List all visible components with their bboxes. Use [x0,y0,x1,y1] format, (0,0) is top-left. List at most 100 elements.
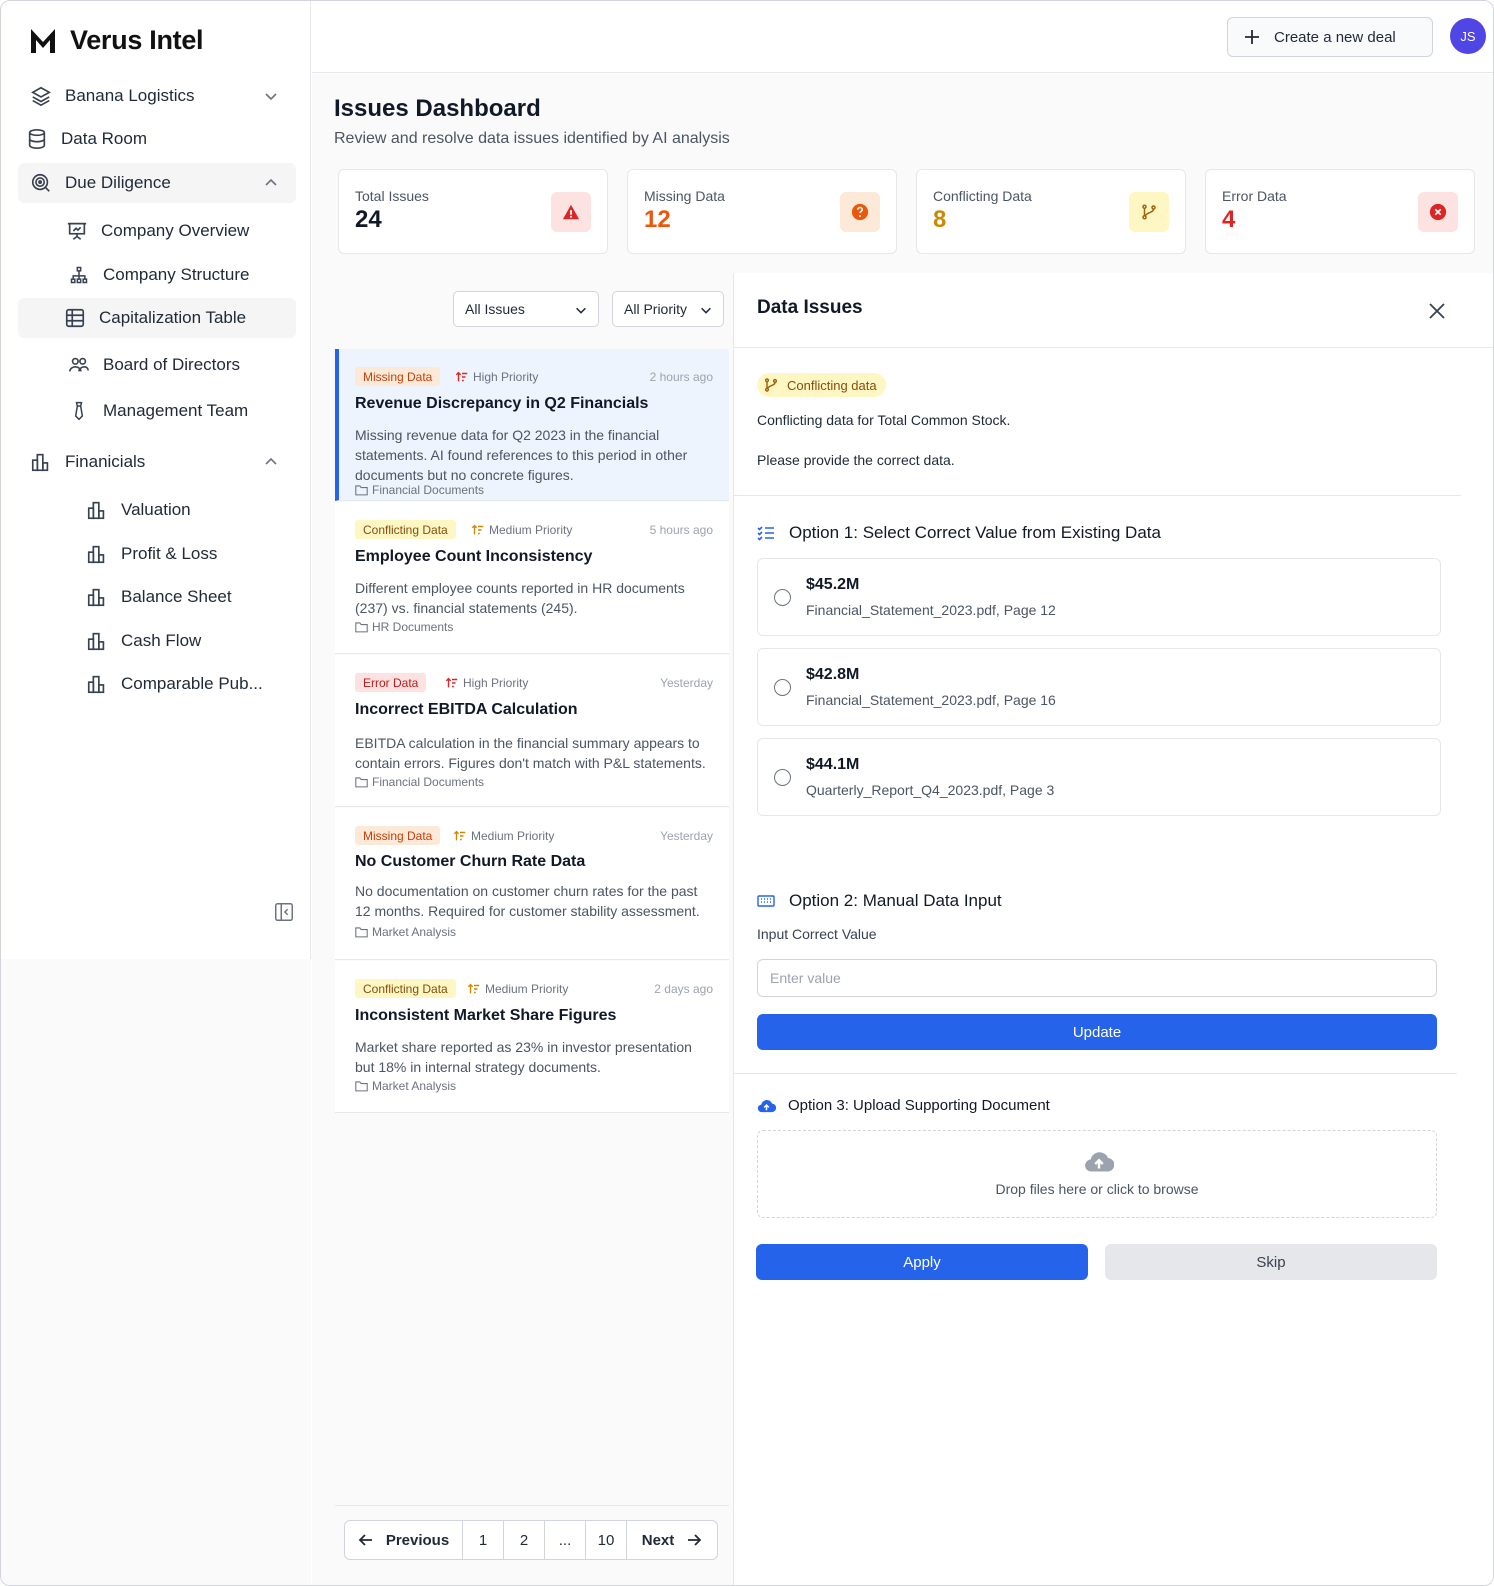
next-page-button[interactable]: Next [627,1521,717,1559]
bar-chart-icon [85,629,109,653]
issue-summary: Conflicting data for Total Common Stock. [757,412,1011,428]
issue-description: Different employee counts reported in HR… [355,580,685,616]
users-group-icon [67,353,91,377]
sidebar-item-profit-loss[interactable]: Profit & Loss [85,534,217,574]
page-title: Issues Dashboard [334,95,541,122]
issue-time: Yesterday [660,829,713,843]
sidebar-item-data-room[interactable]: Data Room [25,119,147,159]
stat-label: Error Data [1222,188,1287,204]
priority-filter[interactable]: All Priority [612,291,724,327]
sort-priority-icon [453,830,466,840]
bar-chart-icon [85,672,109,696]
sidebar-item-balance-sheet[interactable]: Balance Sheet [85,577,232,617]
option1-title: Option 1: Select Correct Value from Exis… [789,523,1161,542]
page-2-button[interactable]: 2 [504,1521,545,1559]
issue-type-tag: Conflicting Data [355,979,456,998]
issue-item[interactable]: Missing Data Medium Priority Yesterday N… [335,808,729,960]
value-choice-option[interactable]: $45.2M Financial_Statement_2023.pdf, Pag… [757,558,1441,636]
issue-title: Inconsistent Market Share Figures [355,1007,617,1024]
choice-source: Quarterly_Report_Q4_2023.pdf, Page 3 [806,782,1055,798]
page-10-button[interactable]: 10 [586,1521,627,1559]
stat-label: Total Issues [355,188,429,204]
radio-button[interactable] [774,589,791,606]
sidebar-item-label: Due Diligence [65,173,171,192]
priority-label: High Priority [455,367,538,386]
sidebar-item-label: Management Team [103,401,249,420]
chevron-down-icon [701,307,711,314]
priority-text: High Priority [463,675,529,690]
bar-chart-icon [29,450,53,474]
priority-label: High Priority [445,673,528,692]
sidebar-item-valuation[interactable]: Valuation [85,490,191,530]
database-icon [25,127,49,151]
stat-card-error: Error Data 4 [1205,169,1475,254]
avatar[interactable]: JS [1450,18,1486,54]
close-icon[interactable] [1427,301,1447,321]
sidebar-item-comparable-public[interactable]: Comparable Pub... [85,664,263,704]
conflict-tag: Conflicting data [757,373,886,397]
folder-icon [355,777,368,788]
issue-item[interactable]: Conflicting Data Medium Priority 2 days … [335,961,729,1113]
manual-value-input[interactable] [757,959,1437,997]
issue-type-tag: Error Data [355,673,427,692]
value-choice-option[interactable]: $44.1M Quarterly_Report_Q4_2023.pdf, Pag… [757,738,1441,816]
arrow-right-icon [688,1534,702,1546]
target-search-icon [29,171,53,195]
radio-button[interactable] [774,769,791,786]
issue-item[interactable]: Error Data High Priority Yesterday Incor… [335,655,729,807]
cloud-upload-icon [1085,1152,1114,1172]
sidebar-item-capitalization-table[interactable]: Capitalization Table [18,298,296,338]
issue-time: Yesterday [660,676,713,690]
drop-zone-text: Drop files here or click to browse [995,1181,1199,1197]
issue-description: Market share reported as 23% in investor… [355,1039,692,1075]
choice-value: $44.1M [806,756,860,773]
sidebar-item-financials[interactable]: Finanicials [29,442,279,482]
issue-instruction: Please provide the correct data. [757,452,955,468]
previous-page-button[interactable]: Previous [345,1521,463,1559]
choice-value: $42.8M [806,666,860,683]
sidebar-item-management-team[interactable]: Management Team [67,391,248,431]
priority-label: Medium Priority [467,979,568,998]
sidebar-item-cash-flow[interactable]: Cash Flow [85,621,201,661]
source-text: Financial Documents [372,483,485,497]
company-selector[interactable]: Banana Logistics [29,76,279,116]
sidebar-item-label: Comparable Pub... [121,674,263,693]
value-choice-option[interactable]: $42.8M Financial_Statement_2023.pdf, Pag… [757,648,1441,726]
sidebar-item-company-overview[interactable]: Company Overview [65,211,249,251]
page-1-button[interactable]: 1 [463,1521,504,1559]
update-button[interactable]: Update [757,1014,1437,1050]
presentation-icon [65,219,89,243]
filter-value: All Issues [465,301,525,317]
stat-value: 24 [355,206,382,233]
sidebar-item-due-diligence[interactable]: Due Diligence [18,163,296,203]
issue-source: Market Analysis [355,925,456,939]
sidebar-collapse-icon[interactable] [273,901,295,923]
folder-icon [355,622,368,633]
issue-item[interactable]: Conflicting Data Medium Priority 5 hours… [335,502,729,654]
sidebar-item-board-of-directors[interactable]: Board of Directors [67,345,240,385]
apply-button[interactable]: Apply [756,1244,1088,1280]
option2-heading: Option 2: Manual Data Input [757,891,1002,911]
issue-type-filter[interactable]: All Issues [453,291,599,327]
issue-type-tag: Missing Data [355,367,441,386]
issue-source: Financial Documents [355,483,484,497]
issue-item[interactable]: Missing Data High Priority 2 hours ago R… [335,349,729,501]
source-text: HR Documents [372,620,454,634]
x-circle-icon [1418,192,1458,232]
skip-button[interactable]: Skip [1105,1244,1437,1280]
issue-description: Missing revenue data for Q2 2023 in the … [355,427,688,483]
option2-title: Option 2: Manual Data Input [789,891,1002,910]
logo[interactable]: Verus Intel [28,25,204,56]
radio-button[interactable] [774,679,791,696]
create-deal-button[interactable]: Create a new deal [1227,17,1433,57]
sidebar-item-label: Company Structure [103,265,250,284]
sidebar-item-company-structure[interactable]: Company Structure [67,255,249,295]
git-branch-icon [764,378,778,392]
issue-source: Financial Documents [355,775,484,789]
priority-text: High Priority [473,369,539,384]
stat-card-total: Total Issues 24 [338,169,608,254]
sidebar: Verus Intel Banana Logistics Data Room D… [1,1,311,959]
file-drop-zone[interactable]: Drop files here or click to browse [757,1130,1437,1218]
next-label: Next [641,1531,675,1549]
option3-heading: Option 3: Upload Supporting Document [757,1097,1050,1114]
